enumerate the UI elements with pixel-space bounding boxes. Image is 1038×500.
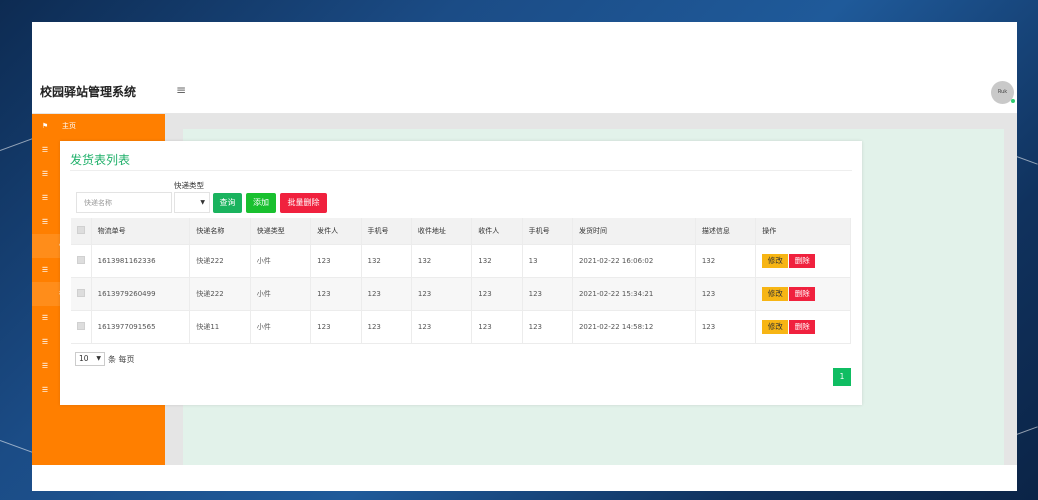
grid-icon: ☰: [41, 266, 49, 274]
table-cell: 123: [522, 310, 573, 344]
table-cell: 123: [310, 277, 362, 311]
row-actions: 修改 删除: [755, 244, 851, 278]
table-cell: 132: [695, 244, 757, 278]
table-row: 1613979260499 快递222 小件 123 123 123 123 123 2021-…: [71, 277, 851, 311]
table-cell: 2021-02-22 15:34:21: [572, 277, 696, 311]
table-cell: 123: [471, 310, 523, 344]
table-header-row: 物流单号 快递名称 快递类型 发件人 手机号 收件地址 收件人 手机号 发货时间 描述信息 操作: [71, 218, 851, 245]
select-all-checkbox[interactable]: [71, 218, 92, 245]
edit-button[interactable]: 修改: [762, 319, 789, 334]
checkbox[interactable]: [77, 321, 85, 330]
table-cell: 123: [310, 244, 362, 278]
grid-icon: ☰: [41, 362, 49, 370]
shipment-table: 物流单号 快递名称 快递类型 发件人 手机号 收件地址 收件人 手机号 发货时间 描述信息 操作 1…: [71, 218, 851, 344]
table-cell: 快递222: [189, 277, 251, 311]
menu-toggle-icon[interactable]: ≡: [175, 83, 187, 97]
grid-icon: ☰: [41, 194, 49, 202]
table-cell: 快递222: [189, 244, 251, 278]
table-cell: 1613979260499: [91, 277, 191, 311]
page-size-value: 10: [79, 354, 89, 363]
column-header: 快递名称: [189, 218, 251, 245]
chevron-down-icon: ▼: [200, 199, 205, 206]
table-cell: 123: [411, 310, 473, 344]
row-checkbox-cell[interactable]: [71, 277, 92, 311]
table-cell: 小件: [250, 244, 312, 278]
checkbox[interactable]: [77, 288, 85, 297]
table-cell: 123: [522, 277, 573, 311]
sidebar-item-label: 主页: [62, 122, 76, 130]
column-header: 物流单号: [91, 218, 191, 245]
table-cell: 13: [522, 244, 573, 278]
grid-icon: ☰: [41, 386, 49, 394]
row-actions: 修改 删除: [755, 277, 851, 311]
table-cell: 1613981162336: [91, 244, 191, 278]
table-cell: 132: [361, 244, 412, 278]
delete-button[interactable]: 删除: [789, 286, 816, 301]
table-cell: 132: [411, 244, 473, 278]
table-row: 1613981162336 快递222 小件 123 132 132 132 13 2021-0…: [71, 244, 851, 278]
checkbox[interactable]: [77, 225, 85, 234]
edit-button[interactable]: 修改: [762, 286, 789, 301]
table-cell: 123: [361, 277, 412, 311]
delete-button[interactable]: 删除: [789, 319, 816, 334]
add-button[interactable]: 添加: [246, 193, 276, 213]
table-cell: 123: [695, 310, 757, 344]
column-header: 手机号: [522, 218, 573, 245]
table-cell: 123: [310, 310, 362, 344]
search-input[interactable]: [76, 192, 172, 213]
per-page-label: 条 每页: [108, 355, 135, 364]
flag-icon: ⚑: [41, 122, 49, 130]
grid-icon: ☰: [41, 170, 49, 178]
grid-icon: ☰: [41, 218, 49, 226]
column-header: 操作: [755, 218, 851, 245]
row-checkbox-cell[interactable]: [71, 310, 92, 344]
sidebar-item[interactable]: ⚑ 主页: [32, 114, 165, 138]
query-button[interactable]: 查询: [213, 193, 242, 213]
row-checkbox-cell[interactable]: [71, 244, 92, 278]
column-header: 收件人: [471, 218, 523, 245]
batch-delete-button[interactable]: 批量删除: [280, 193, 327, 213]
edit-button[interactable]: 修改: [762, 253, 789, 268]
grid-icon: ☰: [41, 146, 49, 154]
table-cell: 2021-02-22 14:58:12: [572, 310, 696, 344]
page-size-select[interactable]: 10 ▼: [75, 352, 105, 366]
type-filter-select[interactable]: ▼: [174, 192, 210, 213]
row-actions: 修改 删除: [755, 310, 851, 344]
column-header: 快递类型: [250, 218, 312, 245]
column-header: 发件人: [310, 218, 362, 245]
table-cell: 小件: [250, 277, 312, 311]
grid-icon: ☰: [41, 338, 49, 346]
type-filter-label: 快递类型: [174, 181, 204, 190]
column-header: 描述信息: [695, 218, 757, 245]
top-bar: 校园驿站管理系统 ≡: [32, 70, 1017, 114]
app-window: 校园驿站管理系统 ≡ Ruk ⚑主页☰个人中心›☰用户管理›☰员工管理›☰快递仓…: [32, 22, 1017, 491]
page-number-button[interactable]: 1: [833, 368, 851, 386]
table-cell: 小件: [250, 310, 312, 344]
online-status-dot: [1011, 99, 1015, 103]
grid-icon: ☰: [41, 314, 49, 322]
column-header: 发货时间: [572, 218, 696, 245]
chevron-down-icon: ▼: [96, 355, 101, 362]
column-header: 手机号: [361, 218, 412, 245]
delete-button[interactable]: 删除: [789, 253, 816, 268]
table-cell: 132: [471, 244, 523, 278]
app-title: 校园驿站管理系统: [40, 85, 137, 99]
table-cell: 123: [411, 277, 473, 311]
table-cell: 123: [471, 277, 523, 311]
table-cell: 2021-02-22 16:06:02: [572, 244, 696, 278]
title-divider: [70, 170, 852, 171]
shipment-list-card: 发货表列表 快递类型 ▼ 查询 添加 批量删除 物流单号快递名称快递类型发件人手…: [60, 141, 862, 405]
table-cell: 123: [695, 277, 757, 311]
table-row: 1613977091565 快递11 小件 123 123 123 123 123 2021-0…: [71, 310, 851, 344]
page-title: 发货表列表: [70, 153, 131, 167]
checkbox[interactable]: [77, 255, 85, 264]
table-cell: 1613977091565: [91, 310, 191, 344]
table-cell: 快递11: [189, 310, 251, 344]
table-cell: 123: [361, 310, 412, 344]
column-header: 收件地址: [411, 218, 473, 245]
